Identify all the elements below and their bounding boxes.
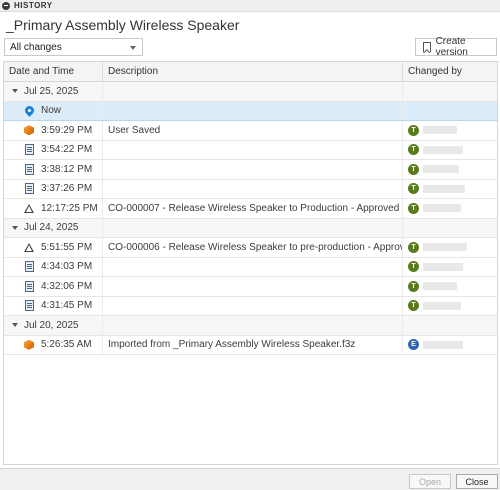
user-avatar: T [408, 280, 419, 292]
table-row[interactable]: 4:34:03 PM T [4, 257, 497, 277]
chevron-down-icon [130, 46, 136, 50]
row-description: Imported from _Primary Assembly Wireless… [108, 339, 356, 351]
create-version-label: Create version [435, 36, 468, 58]
row-time: 12:17:25 PM [41, 202, 98, 214]
user-avatar: T [408, 183, 419, 195]
history-table: Date and Time Description Changed by Jul… [3, 61, 498, 465]
changed-by-cell: T [403, 297, 497, 316]
changed-by-cell: T [403, 121, 497, 140]
open-button[interactable]: Open [409, 474, 451, 489]
table-row[interactable]: 4:31:45 PM T [4, 296, 497, 316]
design-cube-icon [24, 339, 34, 350]
location-pin-icon [22, 104, 36, 118]
column-header-description[interactable]: Description [103, 62, 403, 81]
table-row[interactable]: 5:26:35 AM Imported from _Primary Assembl… [4, 335, 497, 355]
row-time: 4:31:45 PM [41, 300, 93, 312]
row-time: Now [41, 105, 62, 117]
changed-by-cell: E [403, 336, 497, 355]
row-time: 3:59:29 PM [41, 124, 93, 136]
row-time: 5:51:55 PM [41, 241, 93, 253]
drawing-file-icon [24, 183, 34, 195]
user-avatar: T [408, 300, 419, 312]
row-time: 3:54:22 PM [41, 144, 93, 156]
table-row[interactable]: 5:51:55 PM CO-000006 - Release Wireless S… [4, 238, 497, 258]
row-time: 4:32:06 PM [41, 280, 93, 292]
redacted-user-name [423, 340, 463, 349]
redacted-user-name [423, 204, 461, 213]
row-time: 5:26:35 AM [41, 339, 92, 351]
create-version-button[interactable]: Create version [415, 36, 497, 58]
date-group-label: Jul 20, 2025 [24, 319, 79, 331]
changed-by-cell: T [403, 238, 497, 257]
redacted-user-name [423, 301, 461, 310]
column-header-date[interactable]: Date and Time [4, 62, 103, 81]
table-row[interactable]: 4:32:06 PM T [4, 277, 497, 297]
row-description: CO-000006 - Release Wireless Speaker to … [108, 241, 403, 253]
user-avatar: T [408, 241, 419, 253]
date-group-row[interactable]: Jul 25, 2025 [4, 82, 497, 102]
milestone-triangle-icon [24, 242, 34, 252]
drawing-file-icon [24, 261, 34, 273]
table-row[interactable]: 3:59:29 PM User Saved T [4, 121, 497, 141]
redacted-user-name [423, 126, 457, 135]
drawing-file-icon [24, 144, 34, 156]
user-avatar: T [408, 124, 419, 136]
redacted-user-name [423, 243, 467, 252]
redacted-user-name [423, 262, 463, 271]
changed-by-cell: T [403, 160, 497, 179]
row-time: 3:38:12 PM [41, 163, 93, 175]
date-group-row[interactable]: Jul 20, 2025 [4, 316, 497, 336]
table-row[interactable]: 3:54:22 PM T [4, 140, 497, 160]
changed-by-cell: T [403, 277, 497, 296]
changes-filter-dropdown[interactable]: All changes [4, 38, 143, 56]
chevron-down-icon[interactable] [12, 89, 18, 94]
table-row[interactable]: 3:37:26 PM T [4, 179, 497, 199]
milestone-triangle-icon [24, 203, 34, 213]
row-description: CO-000007 - Release Wireless Speaker to … [108, 202, 400, 214]
row-time: 3:37:26 PM [41, 183, 93, 195]
bookmark-icon [423, 42, 431, 52]
drawing-file-icon [24, 280, 34, 292]
redacted-user-name [423, 145, 463, 154]
user-avatar: T [408, 202, 419, 214]
table-row[interactable]: 12:17:25 PM CO-000007 - Release Wireless … [4, 199, 497, 219]
document-title: _Primary Assembly Wireless Speaker [6, 17, 240, 33]
user-avatar: T [408, 144, 419, 156]
redacted-user-name [423, 282, 457, 291]
user-avatar: T [408, 163, 419, 175]
dialog-footer: Open Close [0, 468, 500, 490]
drawing-file-icon [24, 300, 34, 312]
table-row[interactable]: 3:38:12 PM T [4, 160, 497, 180]
table-row[interactable]: Now [4, 101, 497, 121]
changed-by-cell: T [403, 258, 497, 277]
row-description: User Saved [108, 124, 161, 136]
design-cube-icon [24, 125, 34, 136]
collapse-icon[interactable] [2, 1, 10, 10]
close-button[interactable]: Close [456, 474, 498, 489]
user-avatar: E [408, 339, 419, 351]
row-time: 4:34:03 PM [41, 261, 93, 273]
drawing-file-icon [24, 163, 34, 175]
redacted-user-name [423, 165, 459, 174]
column-header-changed-by[interactable]: Changed by [403, 62, 497, 81]
changed-by-cell: T [403, 141, 497, 160]
window-title: HISTORY [14, 1, 53, 10]
date-group-label: Jul 25, 2025 [24, 85, 79, 97]
table-header: Date and Time Description Changed by [4, 62, 497, 82]
filter-selected-value: All changes [10, 41, 62, 53]
redacted-user-name [423, 184, 465, 193]
table-body: Jul 25, 2025 Now 3:59:29 PM User Saved T 3:54… [4, 82, 497, 355]
chevron-down-icon[interactable] [12, 323, 18, 328]
date-group-row[interactable]: Jul 24, 2025 [4, 218, 497, 238]
user-avatar: T [408, 261, 419, 273]
chevron-down-icon[interactable] [12, 225, 18, 230]
changed-by-cell [403, 101, 497, 120]
changed-by-cell: T [403, 199, 497, 218]
changed-by-cell: T [403, 180, 497, 199]
title-bar: HISTORY [0, 0, 500, 12]
date-group-label: Jul 24, 2025 [24, 222, 79, 234]
